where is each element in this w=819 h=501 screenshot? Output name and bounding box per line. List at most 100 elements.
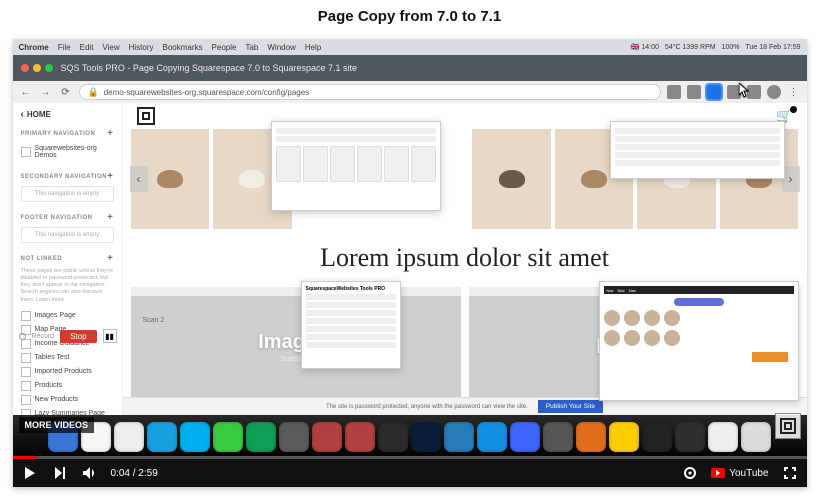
trial-text: The site is password protected, anyone w… [326,404,528,410]
next-button[interactable] [51,464,69,482]
image-block[interactable]: Image 2 NavNavNav [469,287,799,407]
gallery-section: ‹ › [131,129,799,229]
extension-icon[interactable] [687,85,701,99]
browser-tab[interactable]: SQS Tools PRO - Page Copying Squarespace… [61,63,358,73]
dock-app-icon[interactable] [246,422,276,452]
mac-menu-item[interactable]: History [129,43,154,52]
sidebar-section-header[interactable]: Primary Navigation [21,128,114,139]
dock-app-icon[interactable] [576,422,606,452]
play-button[interactable] [21,464,39,482]
sidebar-section-header[interactable]: Footer Navigation [21,212,114,223]
time-display: 0:04 / 2:59 [111,468,158,479]
back-icon[interactable]: ← [19,85,33,99]
channel-watermark-icon[interactable] [775,413,801,439]
sidebar-item[interactable]: Lazy Summaries Page [21,407,114,415]
reload-icon[interactable]: ⟳ [59,85,73,99]
sidebar-item[interactable]: Squarewebsites-org Demos [21,143,114,161]
profile-avatar-icon[interactable] [767,85,781,99]
image-block[interactable]: Scan 2 Image 1 Subtitle 1 SquarespaceWeb… [131,287,461,407]
pages-sidebar: HOME Primary Navigation Squarewebsites-o… [13,103,123,415]
extension-icon[interactable] [667,85,681,99]
record-icon[interactable] [19,333,26,340]
more-videos-badge[interactable]: MORE VIDEOS [19,417,95,433]
stop-button[interactable]: Stop [60,330,96,343]
mac-dock [13,415,807,459]
sqs-tools-extension-icon[interactable] [707,85,721,99]
extension-popup[interactable]: SquarespaceWebsites Tools PRO [301,281,401,369]
mac-menu-item[interactable]: Edit [80,43,94,52]
sidebar-section-header[interactable]: Not Linked [21,253,114,264]
youtube-link[interactable]: YouTube [711,468,768,479]
mac-app-name: Chrome [19,43,49,52]
hero-heading: Lorem ipsum dolor sit amet [123,243,807,273]
dock-app-icon[interactable] [378,422,408,452]
dock-app-icon[interactable] [180,422,210,452]
video-frame: Chrome File Edit View History Bookmarks … [13,39,807,487]
sidebar-empty-msg: This navigation is empty [21,227,114,243]
mac-menubar: Chrome File Edit View History Bookmarks … [13,39,807,55]
dock-app-icon[interactable] [609,422,639,452]
page-title: Page Copy from 7.0 to 7.1 [0,8,819,25]
video-controls: 0:04 / 2:59 YouTube [13,459,807,487]
screen-record-controls: Record Stop ▮▮ [19,329,117,343]
sidebar-item[interactable]: New Products [21,393,114,407]
site-preview: 🛒 ‹ › [123,103,807,415]
mac-menu-item[interactable]: People [212,43,237,52]
dock-app-icon[interactable] [510,422,540,452]
mac-menu-item[interactable]: Window [267,43,295,52]
dock-app-icon[interactable] [114,422,144,452]
site-preview-popup[interactable]: NavNavNav [599,281,799,401]
sidebar-empty-msg: This navigation is empty [21,186,114,202]
gallery-prev-icon[interactable]: ‹ [130,166,148,192]
dock-app-icon[interactable] [741,422,771,452]
dock-app-icon[interactable] [147,422,177,452]
maximize-icon[interactable] [45,64,53,72]
sidebar-note: These pages are public unless they're di… [21,268,114,304]
volume-icon[interactable] [81,464,99,482]
product-card[interactable] [472,129,551,229]
window-controls[interactable] [21,64,53,72]
sidebar-item[interactable]: Tables Test [21,351,114,365]
dock-app-icon[interactable] [477,422,507,452]
sidebar-item[interactable]: Images Page [21,309,114,323]
sidebar-item[interactable]: Imported Products [21,365,114,379]
publish-button[interactable]: Publish Your Site [538,400,603,413]
lock-icon: 🔒 [88,87,99,98]
mac-menu-item[interactable]: Help [305,43,321,52]
mac-menu-item[interactable]: File [58,43,71,52]
browser-tabstrip: SQS Tools PRO - Page Copying Squarespace… [13,55,807,81]
home-link[interactable]: HOME [21,109,114,120]
sidebar-section-header[interactable]: Secondary Navigation [21,171,114,182]
dock-app-icon[interactable] [345,422,375,452]
address-bar[interactable]: 🔒 demo-squarewebsites-org.squarespace.co… [79,84,661,100]
dock-app-icon[interactable] [543,422,573,452]
pause-button[interactable]: ▮▮ [103,329,117,343]
mouse-cursor-icon [739,83,751,99]
sidebar-item[interactable]: Products [21,379,114,393]
browser-toolbar: ← → ⟳ 🔒 demo-squarewebsites-org.squaresp… [13,81,807,103]
youtube-icon [711,468,725,478]
site-logo-icon[interactable] [137,107,155,125]
minimize-icon[interactable] [33,64,41,72]
mac-menu-item[interactable]: Bookmarks [163,43,203,52]
dock-app-icon[interactable] [411,422,441,452]
dock-app-icon[interactable] [312,422,342,452]
mac-menu-item[interactable]: Tab [245,43,258,52]
dock-app-icon[interactable] [279,422,309,452]
mac-status-tray: 🇬🇧 14:0054°C 1399 RPM100%Tue 18 Feb 17:5… [631,43,801,51]
close-icon[interactable] [21,64,29,72]
dock-app-icon[interactable] [675,422,705,452]
devtools-popup[interactable] [271,121,441,211]
forward-icon[interactable]: → [39,85,53,99]
extension-popup[interactable] [610,121,785,179]
dock-app-icon[interactable] [708,422,738,452]
record-label: Record [32,333,55,340]
mac-menu-item[interactable]: View [102,43,119,52]
fullscreen-icon[interactable] [781,464,799,482]
dock-app-icon[interactable] [213,422,243,452]
dock-app-icon[interactable] [444,422,474,452]
settings-icon[interactable] [681,464,699,482]
kebab-menu-icon[interactable]: ⋮ [787,85,801,99]
scene-label: Scan 2 [143,317,165,324]
dock-app-icon[interactable] [642,422,672,452]
